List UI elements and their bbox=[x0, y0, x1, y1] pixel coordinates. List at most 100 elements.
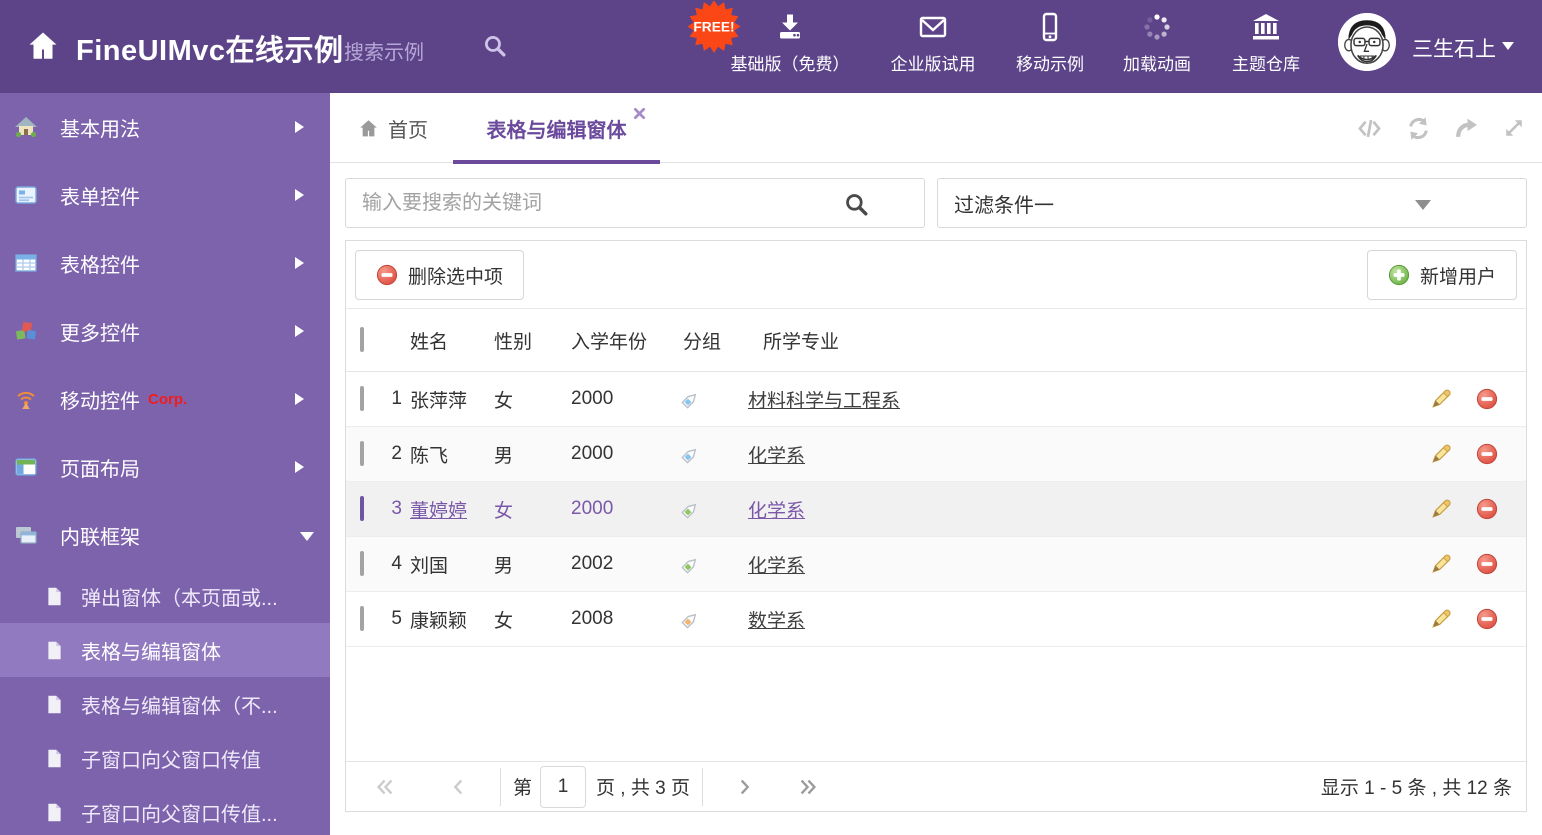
tag-icon bbox=[680, 444, 701, 465]
sidebar-subitem-grid-edit-window-2[interactable]: 表格与编辑窗体（不... bbox=[0, 677, 330, 731]
chevron-right-icon bbox=[295, 325, 310, 337]
page-icon bbox=[44, 748, 65, 769]
chevron-right-icon bbox=[295, 189, 310, 201]
first-page-icon[interactable] bbox=[374, 776, 396, 798]
cell-gender: 女 bbox=[494, 500, 514, 522]
col-header-name[interactable]: 姓名 bbox=[402, 327, 490, 354]
major-link[interactable]: 化学系 bbox=[748, 446, 805, 467]
sidebar-item-form-controls[interactable]: 表单控件 bbox=[0, 161, 330, 229]
col-header-gender[interactable]: 性别 bbox=[490, 327, 570, 354]
row-checkbox[interactable] bbox=[360, 441, 364, 466]
edit-icon[interactable] bbox=[1430, 443, 1452, 465]
sidebar-subitem-child-to-parent-2[interactable]: 子窗口向父窗口传值... bbox=[0, 785, 330, 835]
major-link[interactable]: 化学系 bbox=[748, 556, 805, 577]
row-checkbox[interactable] bbox=[360, 386, 364, 411]
expand-icon[interactable] bbox=[1502, 116, 1526, 140]
source-code-icon[interactable] bbox=[1356, 115, 1383, 142]
plus-circle-icon bbox=[1388, 264, 1410, 286]
sidebar-item-grid-controls[interactable]: 表格控件 bbox=[0, 229, 330, 297]
cell-year: 2000 bbox=[571, 443, 614, 464]
edit-icon[interactable] bbox=[1430, 553, 1452, 575]
add-user-button[interactable]: 新增用户 bbox=[1366, 250, 1517, 300]
page-icon bbox=[44, 640, 65, 661]
header-search-input[interactable]: 搜索示例 bbox=[344, 36, 424, 65]
cubes-icon bbox=[14, 319, 38, 343]
form-icon bbox=[14, 183, 38, 207]
next-page-icon[interactable] bbox=[733, 776, 755, 798]
col-header-year[interactable]: 入学年份 bbox=[570, 327, 674, 354]
cell-name: 陈飞 bbox=[410, 445, 449, 467]
last-page-icon[interactable] bbox=[797, 776, 819, 798]
delete-icon[interactable] bbox=[1476, 498, 1498, 520]
header-search-icon[interactable] bbox=[482, 33, 507, 58]
table-icon bbox=[14, 251, 38, 275]
delete-icon[interactable] bbox=[1476, 608, 1498, 630]
app-header: FineUIMvc在线示例 搜索示例 FREE! 基础版（免费） 企业版试用 移… bbox=[0, 0, 1542, 93]
avatar[interactable] bbox=[1338, 13, 1396, 71]
prev-page-icon[interactable] bbox=[448, 776, 470, 798]
sidebar-item-page-layout[interactable]: 页面布局 bbox=[0, 433, 330, 501]
house-icon bbox=[14, 115, 38, 139]
home-tab-icon bbox=[358, 118, 379, 139]
delete-icon[interactable] bbox=[1476, 443, 1498, 465]
tab-close-icon[interactable] bbox=[633, 107, 646, 120]
select-all-checkbox[interactable] bbox=[360, 327, 364, 352]
col-header-group[interactable]: 分组 bbox=[674, 327, 746, 354]
pagination-bar: 第 页 , 共 3 页 显示 1 - 5 条 , 共 12 条 bbox=[346, 761, 1526, 811]
table-row[interactable]: 1 张萍萍 女 2000 材料科学与工程系 bbox=[346, 372, 1526, 427]
table-row[interactable]: 4 刘国 男 2002 化学系 bbox=[346, 537, 1526, 592]
delete-icon[interactable] bbox=[1476, 388, 1498, 410]
sidebar-item-more-controls[interactable]: 更多控件 bbox=[0, 297, 330, 365]
record-summary: 显示 1 - 5 条 , 共 12 条 bbox=[1320, 778, 1512, 799]
row-number: 2 bbox=[391, 443, 402, 464]
tag-icon bbox=[680, 554, 701, 575]
page-number-input[interactable] bbox=[540, 765, 587, 808]
edit-icon[interactable] bbox=[1430, 608, 1452, 630]
delete-selected-button[interactable]: 删除选中项 bbox=[355, 250, 525, 300]
edit-icon[interactable] bbox=[1430, 388, 1452, 410]
table-row[interactable]: 2 陈飞 男 2000 化学系 bbox=[346, 427, 1526, 482]
sidebar-subitem-popup-window[interactable]: 弹出窗体（本页面或... bbox=[0, 569, 330, 623]
filter-dropdown[interactable]: 过滤条件一 bbox=[937, 178, 1527, 228]
keyword-search-input[interactable] bbox=[345, 178, 925, 228]
cell-name: 刘国 bbox=[410, 555, 449, 577]
home-icon[interactable] bbox=[26, 29, 60, 63]
tab-home[interactable]: 首页 bbox=[358, 93, 428, 163]
row-checkbox[interactable] bbox=[360, 551, 364, 576]
cell-year: 2008 bbox=[571, 608, 614, 629]
page-icon bbox=[44, 586, 65, 607]
grid-panel: 删除选中项 新增用户 姓名 性别 入学年份 分组 所学专业 1 张萍萍 女 20… bbox=[345, 240, 1527, 812]
page-prefix: 第 bbox=[513, 778, 533, 799]
edit-icon[interactable] bbox=[1430, 498, 1452, 520]
sidebar-item-basic-usage[interactable]: 基本用法 bbox=[0, 93, 330, 161]
major-link[interactable]: 材料科学与工程系 bbox=[748, 391, 900, 412]
sidebar-item-mobile-controls[interactable]: 移动控件 Corp. bbox=[0, 365, 330, 433]
tab-bar: 首页 表格与编辑窗体 bbox=[330, 93, 1542, 164]
tab-grid-edit-window[interactable]: 表格与编辑窗体 bbox=[453, 93, 660, 164]
table-header-row: 姓名 性别 入学年份 分组 所学专业 bbox=[346, 309, 1526, 372]
refresh-icon[interactable] bbox=[1406, 116, 1431, 141]
sidebar-subitem-child-to-parent[interactable]: 子窗口向父窗口传值 bbox=[0, 731, 330, 785]
major-link[interactable]: 化学系 bbox=[748, 501, 805, 522]
cell-name[interactable]: 董婷婷 bbox=[410, 501, 467, 522]
user-menu-caret-icon[interactable] bbox=[1502, 42, 1514, 56]
delete-icon[interactable] bbox=[1476, 553, 1498, 575]
row-checkbox[interactable] bbox=[360, 496, 364, 521]
keyword-search-icon[interactable] bbox=[843, 191, 869, 217]
major-link[interactable]: 数学系 bbox=[748, 611, 805, 632]
nav-item-basic-free[interactable]: 基础版（免费） bbox=[715, 11, 865, 75]
nav-item-theme-repo[interactable]: 主题仓库 bbox=[1191, 11, 1341, 75]
tag-icon bbox=[680, 609, 701, 630]
sidebar-item-iframe[interactable]: 内联框架 bbox=[0, 501, 330, 569]
table-row[interactable]: 5 康颖颖 女 2008 数学系 bbox=[346, 592, 1526, 647]
sidebar: 基本用法 表单控件 表格控件 更多控件 移动控件 Corp. 页面布局 内联框架… bbox=[0, 93, 330, 835]
filter-dropdown-value: 过滤条件一 bbox=[954, 194, 1054, 217]
col-header-major[interactable]: 所学专业 bbox=[746, 327, 1406, 354]
row-checkbox[interactable] bbox=[360, 606, 364, 631]
table-row-selected[interactable]: 3 董婷婷 女 2000 化学系 bbox=[346, 482, 1526, 537]
sidebar-subitem-grid-edit-window[interactable]: 表格与编辑窗体 bbox=[0, 623, 330, 677]
username[interactable]: 三生石上 bbox=[1412, 33, 1496, 63]
corp-badge: Corp. bbox=[148, 390, 188, 408]
share-icon[interactable] bbox=[1454, 116, 1479, 141]
row-number: 1 bbox=[391, 388, 402, 409]
